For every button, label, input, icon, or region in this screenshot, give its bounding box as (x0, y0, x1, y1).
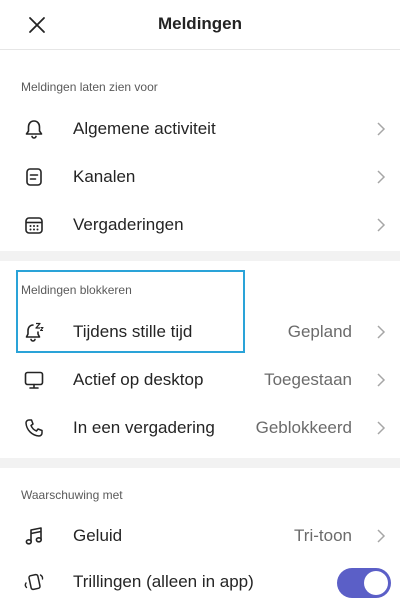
chevron-right-icon (377, 170, 386, 184)
desktop-icon (22, 368, 46, 392)
row-geluid[interactable]: Geluid Tri-toon (0, 512, 400, 560)
music-note-icon (22, 524, 46, 548)
row-label: Trillingen (alleen in app) (73, 572, 254, 591)
section-divider (0, 458, 400, 468)
chevron-right-icon (377, 373, 386, 387)
row-label: Actief op desktop (73, 370, 204, 389)
row-label: Geluid (73, 526, 123, 545)
row-algemene-activiteit[interactable]: Algemene activiteit (0, 105, 400, 153)
section-divider (0, 251, 400, 261)
page-title: Meldingen (157, 14, 243, 33)
section-label-warn: Waarschuwing met (21, 488, 123, 502)
row-in-een-vergadering[interactable]: In een vergadering Geblokkeerd (0, 404, 400, 452)
row-value: Toegestaan (264, 370, 352, 389)
calendar-icon (22, 213, 46, 237)
bell-icon (22, 117, 46, 141)
section-label-block: Meldingen blokkeren (21, 283, 132, 297)
vibration-toggle[interactable] (337, 568, 391, 598)
row-kanalen[interactable]: Kanalen (0, 153, 400, 201)
channel-icon (22, 165, 46, 189)
chevron-right-icon (377, 529, 386, 543)
section-label-show: Meldingen laten zien voor (21, 80, 158, 94)
row-vergaderingen[interactable]: Vergaderingen (0, 201, 400, 249)
row-value: Tri-toon (294, 526, 352, 545)
row-label: Tijdens stille tijd (73, 322, 193, 341)
chevron-right-icon (377, 421, 386, 435)
row-value: Gepland (287, 322, 352, 341)
row-label: In een vergadering (73, 418, 215, 437)
row-tijdens-stille-tijd[interactable]: Tijdens stille tijd Gepland (0, 308, 400, 356)
row-label: Algemene activiteit (73, 119, 216, 138)
row-value: Geblokkeerd (255, 418, 352, 437)
quiet-time-bell-icon (22, 320, 46, 344)
row-label: Kanalen (73, 167, 136, 186)
chevron-right-icon (377, 218, 386, 232)
row-trillingen: Trillingen (alleen in app) (0, 558, 400, 598)
header-bar: Meldingen (0, 0, 400, 50)
row-label: Vergaderingen (73, 215, 184, 234)
chevron-right-icon (377, 122, 386, 136)
row-actief-op-desktop[interactable]: Actief op desktop Toegestaan (0, 356, 400, 404)
vibrate-icon (22, 570, 46, 594)
chevron-right-icon (377, 325, 386, 339)
toggle-knob (364, 571, 388, 595)
phone-icon (22, 416, 46, 440)
